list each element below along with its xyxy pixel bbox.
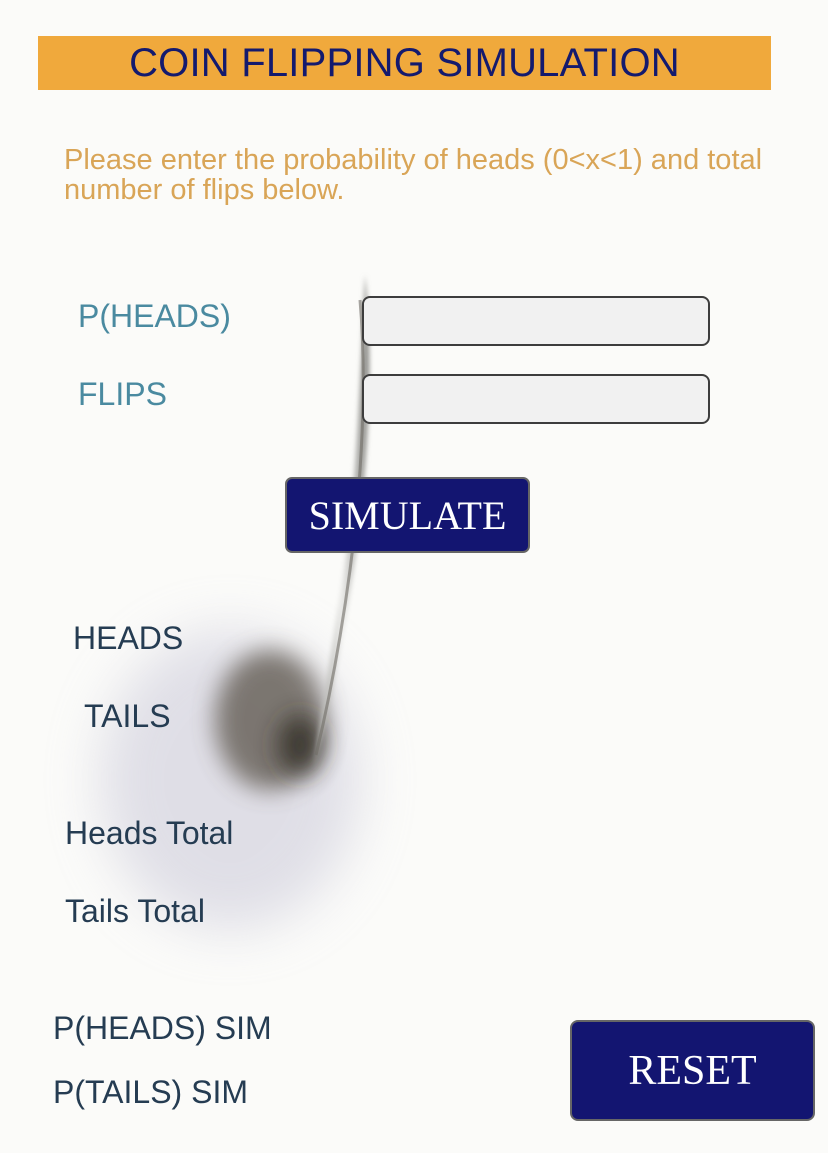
p-heads-input[interactable] [362,296,710,346]
p-heads-sim-label: P(HEADS) SIM [53,1010,272,1046]
coin-shadow [100,630,360,930]
title-banner: COIN FLIPPING SIMULATION [38,36,771,90]
flips-input[interactable] [362,374,710,424]
tails-total-label: Tails Total [65,893,205,929]
page-title: COIN FLIPPING SIMULATION [129,40,680,85]
heads-label: HEADS [73,620,184,656]
tails-label: TAILS [84,698,171,734]
flips-label: FLIPS [78,376,167,412]
simulate-button[interactable]: SIMULATE [285,477,530,553]
reset-button[interactable]: RESET [570,1020,815,1121]
p-heads-label: P(HEADS) [78,298,231,334]
instructions-text: Please enter the probability of heads (0… [64,144,763,206]
p-tails-sim-label: P(TAILS) SIM [53,1074,248,1110]
heads-total-label: Heads Total [65,815,234,851]
